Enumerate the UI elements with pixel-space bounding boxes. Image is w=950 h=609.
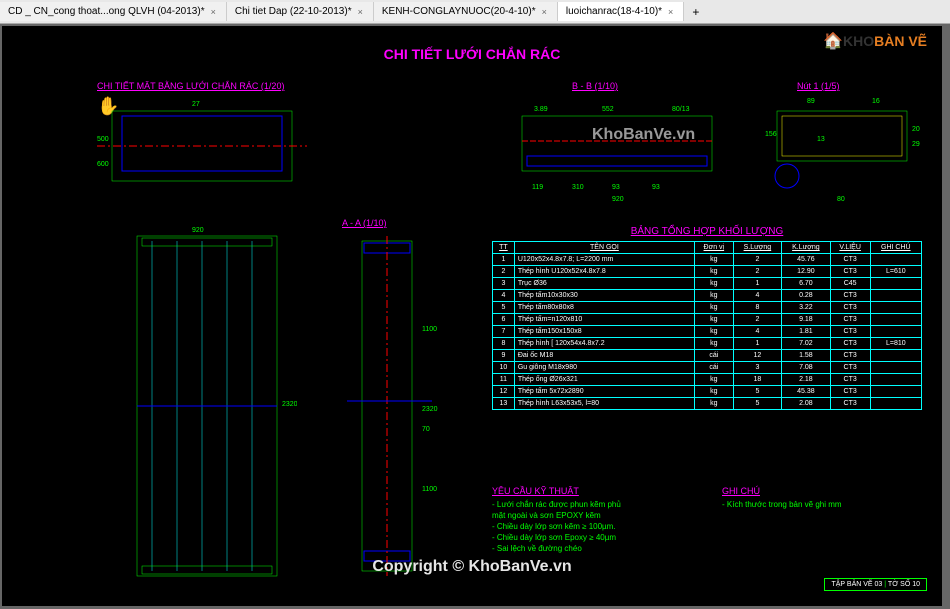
svg-text:920: 920 (612, 196, 624, 203)
svg-text:156: 156 (765, 131, 777, 138)
tab-bar: CD _ CN_cong thoat...ong QLVH (04-2013)*… (0, 0, 950, 24)
section-mb-title: CHI TIẾT MẶT BẰNG LƯỚI CHẮN RÁC (1/20) (97, 81, 284, 91)
svg-text:1100: 1100 (422, 326, 437, 333)
quantity-table: TT TÊN GỌI Đơn vị S.Lượng K.Lượng V.LIỆU… (492, 241, 922, 410)
center-watermark: KhoBanVe.vn (592, 126, 695, 144)
table-row: 7Thép tấm150x150x8kg41.81CT3 (493, 326, 922, 338)
table-row: 3Trục Ø36kg16.70C45 (493, 278, 922, 290)
section-nut-title: Nút 1 (1/5) (797, 81, 840, 91)
svg-text:310: 310 (572, 184, 584, 191)
section-aa-title: A - A (1/10) (342, 218, 387, 228)
tab-item-2[interactable]: Chi tiet Dap (22-10-2013)* × (227, 2, 374, 21)
svg-text:13: 13 (817, 136, 825, 143)
svg-text:16: 16 (872, 98, 880, 105)
close-icon[interactable]: × (666, 7, 675, 17)
quantity-table-box: BẢNG TỔNG HỢP KHỐI LƯỢNG TT TÊN GỌI Đơn … (492, 226, 922, 410)
th-qty: S.Lượng (733, 242, 782, 254)
notes-title: YÊU CẦU KỸ THUẬT (492, 486, 621, 496)
th-weight: K.Lượng (782, 242, 831, 254)
tab-item-4[interactable]: luoichanrac(18-4-10)* × (558, 2, 684, 21)
ghichu-title: GHI CHÚ (722, 486, 842, 496)
new-tab-button[interactable]: + (684, 1, 707, 23)
svg-text:93: 93 (612, 184, 620, 191)
svg-text:1100: 1100 (422, 486, 437, 493)
svg-text:500: 500 (97, 136, 109, 143)
svg-text:70: 70 (422, 426, 430, 433)
th-name: TÊN GỌI (514, 242, 694, 254)
sheet-info-block: TẬP BẢN VẼ 03 | TỜ SỐ 10 (824, 578, 927, 591)
drawing-title: CHI TIẾT LƯỚI CHẮN RÁC (384, 46, 561, 62)
copyright-watermark: Copyright © KhoBanVe.vn (372, 558, 571, 576)
svg-text:27: 27 (192, 101, 200, 108)
svg-text:119: 119 (532, 184, 543, 191)
nut-detail-drawing: 89 16 156 13 20 29 80 (757, 91, 927, 211)
house-icon: 🏠 (823, 33, 843, 50)
th-tt: TT (493, 242, 515, 254)
table-row: 4Thép tấm10x30x30kg40.28CT3 (493, 290, 922, 302)
close-icon[interactable]: × (356, 7, 365, 17)
table-row: 1U120x52x4.8x7.8; L=2200 mmkg245.76CT3 (493, 254, 922, 266)
table-row: 11Thép ống Ø26x321kg182.18CT3 (493, 374, 922, 386)
drawing-canvas[interactable]: 🏠KHOBÀN VẼ KhoBanVe.vn Copyright © KhoBa… (2, 26, 942, 606)
tab-label: KENH-CONGLAYNUOC(20-4-10)* (382, 6, 536, 17)
note-line: - Sai lệch về đường chéo (492, 544, 621, 553)
table-row: 13Thép hình L63x53x5, l=80kg52.08CT3 (493, 398, 922, 410)
tab-label: CD _ CN_cong thoat...ong QLVH (04-2013)* (8, 6, 205, 17)
table-row: 5Thép tấm80x80x8kg83.22CT3 (493, 302, 922, 314)
tab-item-3[interactable]: KENH-CONGLAYNUOC(20-4-10)* × (374, 2, 558, 21)
svg-text:3.89: 3.89 (534, 106, 548, 113)
tab-item-1[interactable]: CD _ CN_cong thoat...ong QLVH (04-2013)*… (0, 2, 227, 21)
svg-text:2320: 2320 (282, 401, 297, 408)
section-aa-drawing: 1100 2320 1100 70 (332, 231, 462, 591)
close-icon[interactable]: × (209, 7, 218, 17)
table-header-row: TT TÊN GỌI Đơn vị S.Lượng K.Lượng V.LIỆU… (493, 242, 922, 254)
tab-label: luoichanrac(18-4-10)* (566, 6, 662, 17)
svg-text:920: 920 (192, 227, 204, 234)
note-line: - Chiều dày lớp sơn Epoxy ≥ 40µm (492, 533, 621, 542)
table-row: 10Gu giông M18x980cái37.08CT3 (493, 362, 922, 374)
th-unit: Đơn vị (695, 242, 734, 254)
note-line: - Chiều dày lớp sơn kẽm ≥ 100µm. (492, 522, 621, 531)
logo-watermark: 🏠KHOBÀN VẼ (823, 31, 927, 51)
table-row: 9Đai ốc M18cái121.58CT3 (493, 350, 922, 362)
svg-text:29: 29 (912, 141, 920, 148)
close-icon[interactable]: × (540, 7, 549, 17)
svg-text:80: 80 (837, 196, 845, 203)
elevation-drawing: 920 2320 (117, 226, 297, 596)
th-note: GHI CHÚ (870, 242, 921, 254)
plan-drawing: 27 500 600 (92, 91, 312, 211)
note-line: - Lưới chắn rác được phun kẽm phủ (492, 500, 621, 509)
section-bb-drawing: 3.89 552 80/13 119 310 93 93 920 (492, 91, 742, 211)
svg-text:2320: 2320 (422, 406, 438, 413)
table-row: 8Thép hình [ 120x54x4.8x7.2kg17.02CT3L=8… (493, 338, 922, 350)
svg-text:600: 600 (97, 161, 109, 168)
svg-text:93: 93 (652, 184, 660, 191)
ghichu-notes: GHI CHÚ - Kích thước trong bản vẽ ghi mm (722, 486, 842, 511)
svg-text:80/13: 80/13 (672, 106, 690, 113)
tech-requirements: YÊU CẦU KỸ THUẬT - Lưới chắn rác được ph… (492, 486, 621, 555)
svg-text:89: 89 (807, 98, 815, 105)
tab-label: Chi tiet Dap (22-10-2013)* (235, 6, 352, 17)
table-row: 2Thép hình U120x52x4.8x7.8kg212.90CT3L=6… (493, 266, 922, 278)
svg-text:552: 552 (602, 106, 614, 113)
note-line: mặt ngoài và sơn EPOXY kẽm (492, 511, 621, 520)
table-row: 6Thép tấm=n120x810kg29.18CT3 (493, 314, 922, 326)
table-row: 12Thép tấm 5x72x2890kg545.38CT3 (493, 386, 922, 398)
table-title: BẢNG TỔNG HỢP KHỐI LƯỢNG (492, 226, 922, 237)
note-line: - Kích thước trong bản vẽ ghi mm (722, 500, 842, 509)
section-bb-title: B - B (1/10) (572, 81, 618, 91)
svg-text:20: 20 (912, 126, 920, 133)
th-material: V.LIỆU (830, 242, 870, 254)
